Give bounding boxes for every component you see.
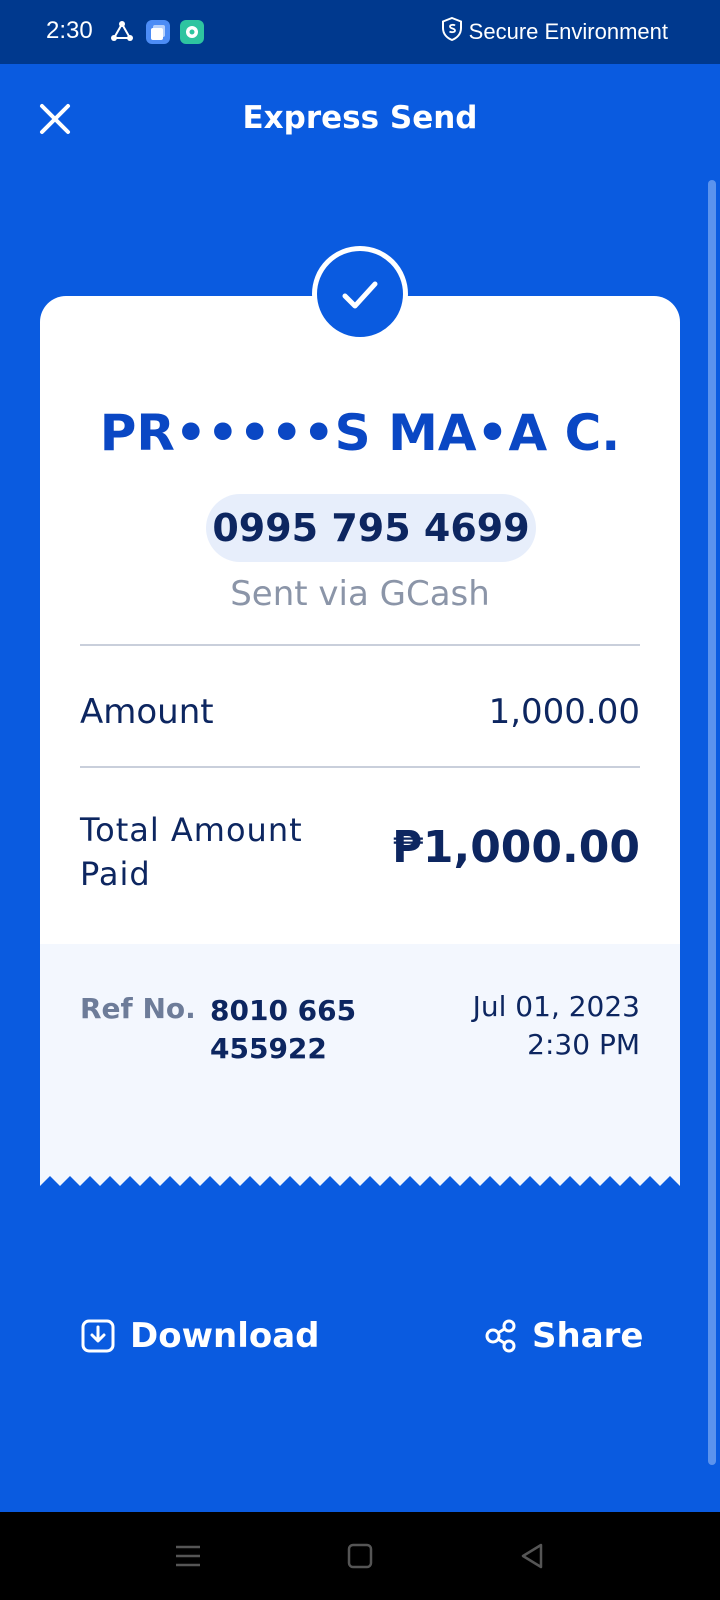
divider <box>80 644 640 646</box>
secure-environment-indicator: Secure Environment <box>441 16 668 47</box>
share-icon <box>482 1318 518 1354</box>
divider <box>80 766 640 768</box>
download-label: Download <box>130 1316 320 1356</box>
secure-environment-text: Secure Environment <box>468 19 668 44</box>
sync-app-icon <box>110 20 134 44</box>
amount-value: 1,000.00 <box>488 692 640 732</box>
express-send-receipt-screen: 2:30 Secure Environment Express Send PR•… <box>0 0 720 1600</box>
scrollbar[interactable] <box>708 180 716 1465</box>
home-icon[interactable] <box>342 1538 378 1574</box>
receipt-torn-edge <box>40 1176 680 1200</box>
system-nav-bar <box>0 1512 720 1600</box>
reference-label: Ref No. <box>80 992 196 1025</box>
success-badge <box>312 246 408 342</box>
check-icon <box>342 281 378 309</box>
amount-label: Amount <box>80 692 214 732</box>
status-time: 2:30 <box>46 17 93 44</box>
recipient-phone-number: 0995 795 4699 <box>206 494 536 562</box>
shield-icon <box>441 16 463 47</box>
header: Express Send <box>0 64 720 176</box>
share-button[interactable]: Share <box>482 1316 643 1356</box>
menu-icon[interactable] <box>170 1538 206 1574</box>
share-label: Share <box>532 1316 644 1356</box>
page-title: Express Send <box>242 100 478 136</box>
teal-app-icon <box>180 20 204 44</box>
total-amount-label: Total Amount Paid <box>80 811 303 893</box>
transaction-time: 2:30 PM <box>527 1028 640 1061</box>
recipient-name: PR•••••S MA•A C. <box>99 404 621 462</box>
receipt-reference-section <box>40 944 680 1200</box>
receipt-card: PR•••••S MA•A C. 0995 795 4699 Sent via … <box>40 246 680 1200</box>
stack-app-icon <box>146 20 170 44</box>
reference-number: 8010 665 455922 <box>210 994 357 1065</box>
sent-via-text: Sent via GCash <box>230 574 490 614</box>
total-amount-value: ₱1,000.00 <box>392 822 640 873</box>
transaction-datetime: Jul 01, 2023 2:30 PM <box>473 988 640 1064</box>
transaction-date: Jul 01, 2023 <box>472 990 640 1023</box>
download-icon <box>80 1318 116 1354</box>
status-bar: 2:30 Secure Environment <box>0 0 720 64</box>
back-icon[interactable] <box>514 1538 550 1574</box>
download-button[interactable]: Download <box>80 1316 320 1356</box>
